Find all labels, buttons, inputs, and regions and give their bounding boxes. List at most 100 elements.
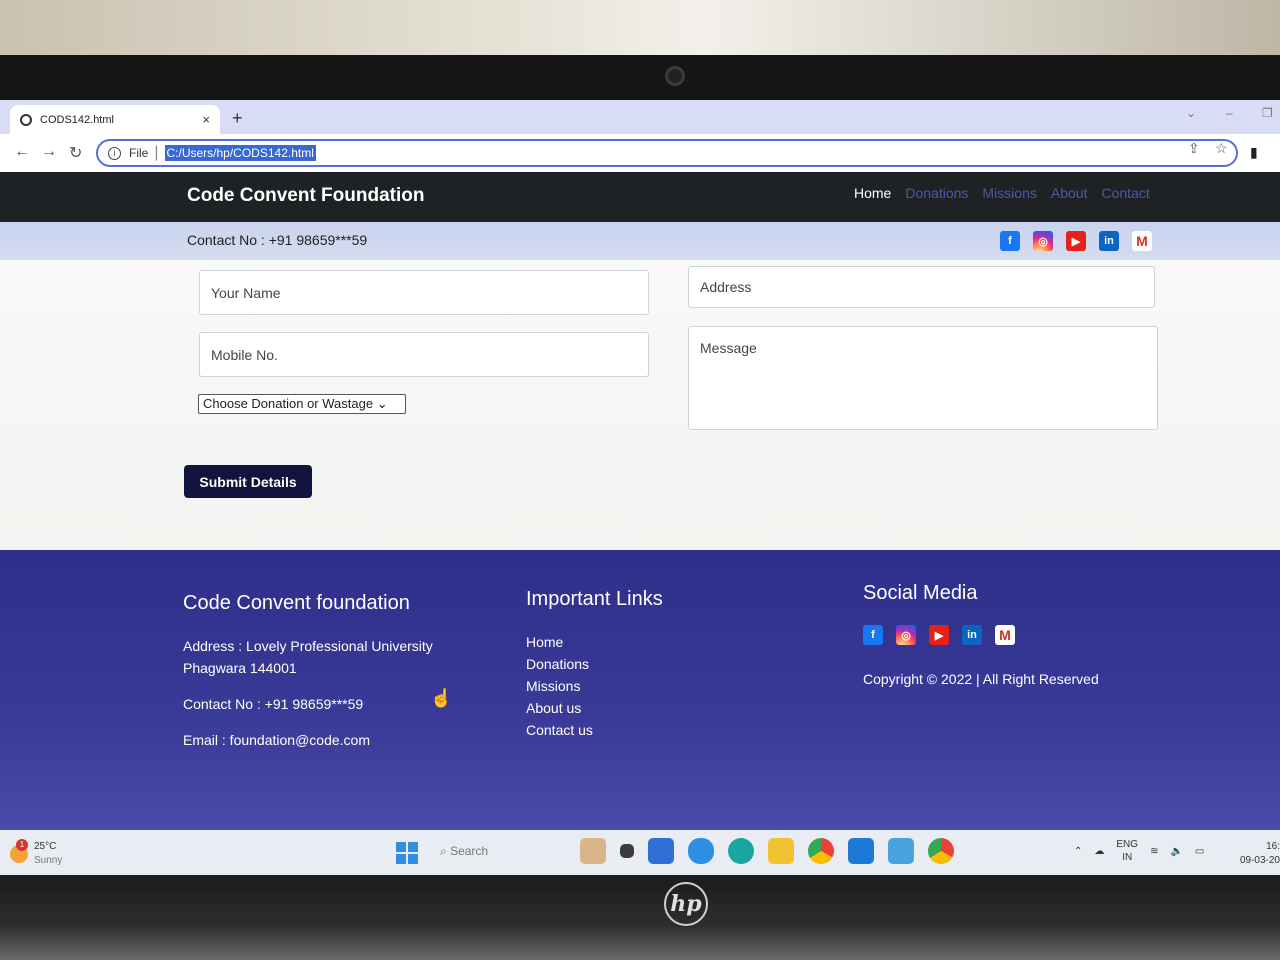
instagram-icon[interactable]: ◎ [896,625,916,645]
site-footer: Code Convent foundation Address : Lovely… [0,550,1280,830]
facebook-icon[interactable]: f [863,625,883,645]
back-icon[interactable]: ← [14,143,30,161]
gmail-icon[interactable]: M [995,625,1015,645]
search-icon: ⌕ [440,844,447,858]
address-bar[interactable]: i File | C:/Users/hp/CODS142.html [96,139,1238,167]
nav-donations[interactable]: Donations [905,185,968,201]
instagram-icon[interactable]: ◎ [1033,231,1053,251]
taskbar-search[interactable]: ⌕ Search [440,844,488,859]
mobile-input[interactable]: Mobile No. [199,332,649,377]
volume-muted-icon[interactable]: 🔈 [1170,846,1182,857]
forward-icon[interactable]: → [41,143,57,161]
taskbar-search-label: Search [450,844,489,858]
tray-overflow-icon[interactable]: ⌃ [1074,846,1082,857]
info-icon[interactable]: i [108,146,121,160]
restore-icon[interactable]: ❐ [1262,106,1273,120]
chrome-icon[interactable] [808,838,834,864]
reload-icon[interactable]: ↻ [69,143,82,163]
language-indicator[interactable]: ENG IN [1116,838,1138,864]
taskbar-clock[interactable]: 16: 09-03-20 [1236,840,1280,868]
new-tab-button[interactable]: + [232,108,243,129]
tab-close-icon[interactable]: × [202,112,210,127]
taskbar-apps [580,838,954,864]
nav-home[interactable]: Home [854,185,891,201]
gmail-icon[interactable]: M [1132,231,1152,251]
nav-contact[interactable]: Contact [1101,185,1149,201]
strip-social-icons: f ◎ ▶ in M [1000,231,1152,251]
globe-icon [20,113,32,126]
contact-number: Contact No : +91 98659***59 [187,232,368,248]
footer-link-donations[interactable]: Donations [526,653,766,675]
clock-date: 09-03-20 [1239,855,1280,866]
mouse-pointer-icon: ☝ [430,688,453,708]
linkedin-icon[interactable]: in [962,625,982,645]
laptop-bezel-top [0,55,1280,105]
url-separator: | [154,144,159,161]
footer-address: Address : Lovely Professional University… [183,638,433,676]
onedrive-icon[interactable] [688,838,714,864]
chevron-down-icon: ⌄ [376,396,388,411]
footer-links: Important Links Home Donations Missions … [526,588,766,741]
edge-browser-icon[interactable] [728,838,754,864]
windows-start-icon[interactable] [396,842,418,864]
copyright-text: Copyright © 2022 | All Right Reserved [863,671,1099,687]
footer-link-contact[interactable]: Contact us [526,719,766,741]
donation-type-select[interactable]: Choose Donation or Wastage ⌄ [198,394,406,414]
weather-widget[interactable]: 1 25°C Sunny [10,839,63,868]
cloud-icon[interactable]: ☁ [1094,846,1104,857]
footer-social: Social Media f ◎ ▶ in M Copyright © 2022… [863,582,1163,687]
tab-title: CODS142.html [40,113,114,126]
photos-app-icon[interactable] [888,838,914,864]
site-navbar: Code Convent Foundation Home Donations M… [0,172,1280,222]
nav-about[interactable]: About [1051,185,1088,201]
tab-search-icon[interactable]: ⌄ [1186,106,1196,120]
url-scheme: File [129,146,149,160]
store-app-icon[interactable] [648,838,674,864]
webcam [665,66,685,86]
youtube-icon[interactable]: ▶ [929,625,949,645]
footer-link-home[interactable]: Home [526,631,766,653]
linkedin-icon[interactable]: in [1099,231,1119,251]
url-text[interactable]: C:/Users/hp/CODS142.html [164,145,316,161]
footer-about-title: Code Convent foundation [183,592,410,614]
footer-link-about[interactable]: About us [526,697,766,719]
browser-tab[interactable]: CODS142.html × [10,105,220,134]
submit-button[interactable]: Submit Details [184,465,312,498]
chrome-profile-icon[interactable] [928,838,954,864]
weather-temperature: 25°C [34,841,57,852]
contact-strip: Contact No : +91 98659***59 f ◎ ▶ in M [0,222,1280,260]
name-input[interactable]: Your Name [199,270,649,315]
facebook-icon[interactable]: f [1000,231,1020,251]
laptop-screen: CODS142.html × + ⌄ – ❐ ← → ↻ i File | C:… [0,100,1280,878]
language-code: ENG [1116,839,1139,850]
windows-taskbar: 1 25°C Sunny ⌕ Search ⌃ ☁ ENG IN ≋ 🔈 ▭ 1… [0,830,1280,878]
notification-badge: 1 [16,839,28,851]
youtube-icon[interactable]: ▶ [1066,231,1086,251]
share-icon[interactable]: ⇪ [1188,140,1200,157]
footer-link-missions[interactable]: Missions [526,675,766,697]
task-view-icon[interactable] [620,844,634,858]
nav-links: Home Donations Missions About Contact [854,185,1150,201]
footer-social-icons: f ◎ ▶ in M [863,625,1163,645]
clock-time: 16: [1266,841,1280,852]
message-textarea[interactable]: Message [688,326,1158,430]
address-input[interactable]: Address [688,266,1155,308]
file-explorer-icon[interactable] [768,838,794,864]
select-value: Choose Donation or Wastage [203,396,374,411]
browser-toolbar: ← → ↻ i File | C:/Users/hp/CODS142.html … [0,134,1280,172]
battery-icon[interactable]: ▭ [1195,846,1204,857]
vscode-icon[interactable] [848,838,874,864]
bookmark-star-icon[interactable]: ☆ [1215,140,1228,157]
weather-condition: Sunny [34,855,63,866]
nav-missions[interactable]: Missions [982,185,1036,201]
wifi-icon[interactable]: ≋ [1150,846,1158,857]
footer-social-title: Social Media [863,582,978,604]
site-brand[interactable]: Code Convent Foundation [187,185,424,207]
footer-email: Email : foundation@code.com [183,732,370,748]
footer-about: Code Convent foundation Address : Lovely… [183,592,483,765]
side-panel-icon[interactable]: ▮ [1250,144,1258,161]
widgets-app-icon[interactable] [580,838,606,864]
hp-logo: hp [664,882,708,926]
minimize-icon[interactable]: – [1226,106,1233,120]
weather-sun-icon: 1 [10,839,28,863]
